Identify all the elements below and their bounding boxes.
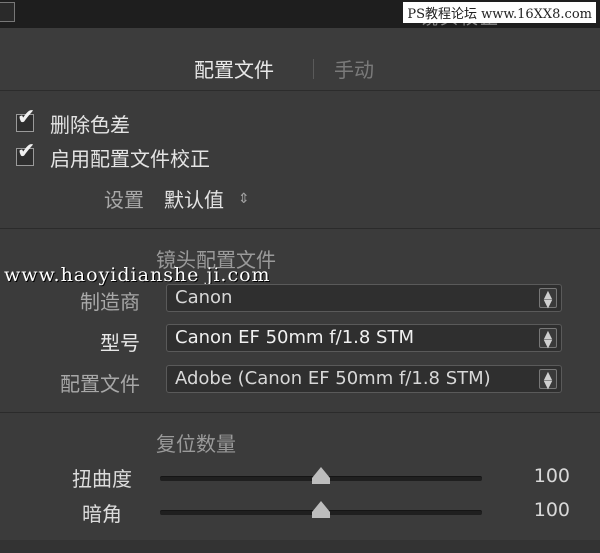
distortion-slider[interactable]: [160, 467, 482, 484]
make-label: 制造商: [80, 290, 140, 314]
tab-separator: [313, 59, 314, 79]
distortion-value[interactable]: 100: [520, 465, 570, 487]
tab-manual[interactable]: 手动: [334, 54, 374, 83]
make-value: Canon: [175, 287, 233, 308]
profile-value: Adobe (Canon EF 50mm f/1.8 STM): [175, 368, 491, 389]
panel-header[interactable]: 镜头校正 PS教程论坛 www.16XX8.com: [0, 0, 600, 29]
setup-row: 设置 默认值 ⇕: [104, 184, 250, 213]
distortion-label: 扭曲度: [72, 467, 132, 491]
collapse-toggle-icon[interactable]: [0, 2, 15, 22]
checkmark-icon: ✔: [17, 105, 36, 130]
model-dropdown[interactable]: Canon EF 50mm f/1.8 STM ▲ ▼: [166, 324, 562, 352]
tab-bar: 配置文件 手动: [0, 28, 600, 91]
up-down-arrow-icon[interactable]: ⇕: [238, 191, 250, 207]
amount-title: 复位数量: [156, 432, 236, 456]
profile-label: 配置文件: [60, 372, 140, 396]
watermark-top: PS教程论坛 www.16XX8.com: [403, 2, 596, 23]
vignetting-slider[interactable]: [160, 501, 482, 518]
up-down-arrow-icon[interactable]: ▲ ▼: [539, 328, 557, 349]
vignetting-slider-thumb[interactable]: [312, 501, 330, 518]
remove-ca-checkbox[interactable]: ✔: [16, 107, 35, 132]
up-down-arrow-icon[interactable]: ▲ ▼: [539, 369, 557, 390]
vignetting-value[interactable]: 100: [520, 499, 570, 521]
panel-footer: [0, 540, 600, 553]
enable-profile-label: 启用配置文件校正: [50, 146, 210, 171]
divider: [0, 228, 600, 229]
setup-label: 设置: [104, 188, 144, 212]
setup-select[interactable]: 默认值: [164, 184, 224, 213]
tab-profile[interactable]: 配置文件: [194, 54, 274, 83]
up-down-arrow-icon[interactable]: ▲ ▼: [539, 288, 557, 309]
remove-ca-label: 删除色差: [50, 112, 130, 137]
model-value: Canon EF 50mm f/1.8 STM: [175, 327, 414, 348]
model-label: 型号: [100, 331, 140, 355]
profile-dropdown[interactable]: Adobe (Canon EF 50mm f/1.8 STM) ▲ ▼: [166, 365, 562, 393]
remove-ca-row[interactable]: ✔ 删除色差: [16, 107, 130, 137]
vignetting-label: 暗角: [82, 502, 122, 526]
watermark-mid: www.haoyidianshe ji.com: [4, 264, 271, 286]
make-dropdown[interactable]: Canon ▲ ▼: [166, 284, 562, 312]
enable-profile-checkbox[interactable]: ✔: [16, 141, 35, 166]
distortion-slider-thumb[interactable]: [312, 467, 330, 484]
lens-correction-panel: 镜头校正 PS教程论坛 www.16XX8.com 配置文件 手动 ✔ 删除色差…: [0, 0, 600, 553]
enable-profile-row[interactable]: ✔ 启用配置文件校正: [16, 141, 210, 171]
checkmark-icon: ✔: [17, 139, 36, 164]
divider: [0, 412, 600, 413]
